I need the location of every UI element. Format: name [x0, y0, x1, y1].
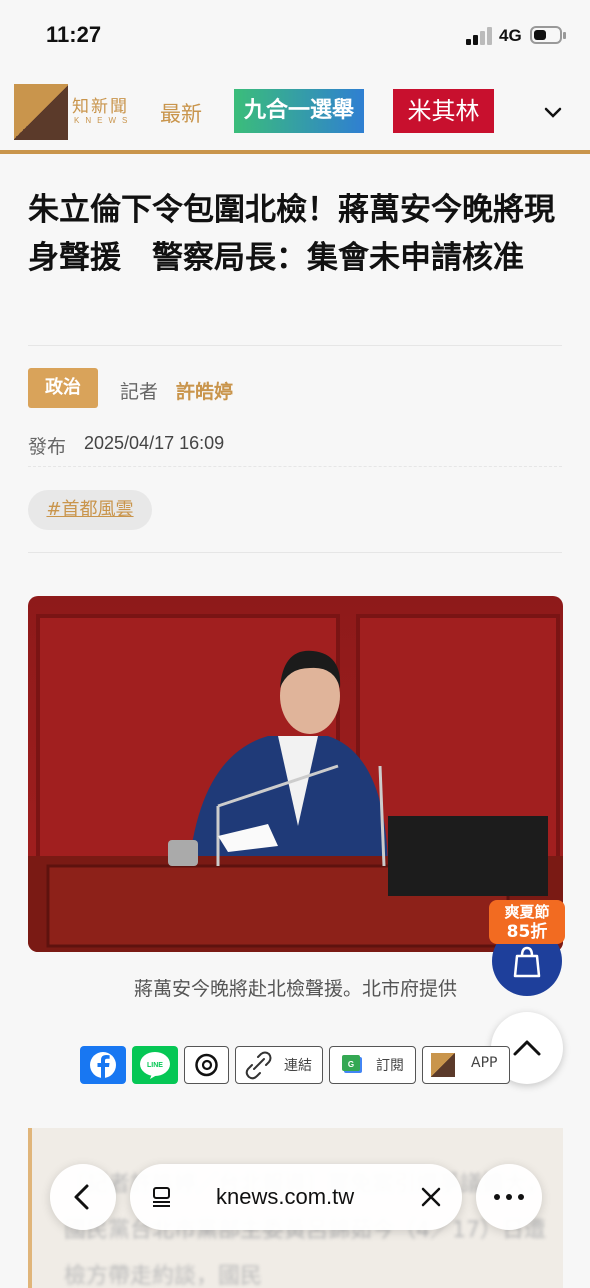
divider: [28, 552, 562, 553]
knews-logo[interactable]: [14, 84, 68, 140]
divider: [28, 345, 562, 346]
nav-election-banner[interactable]: 九合一選舉: [234, 89, 364, 133]
subscribe-label: 訂閱: [376, 1058, 404, 1074]
svg-text:G: G: [348, 1060, 354, 1069]
copy-link-button[interactable]: 連結: [235, 1046, 323, 1084]
site-navbar: 知新聞 KNEWS 最新 九合一選舉 米其林: [0, 78, 590, 154]
browser-more-button[interactable]: [476, 1164, 542, 1230]
url-text: knews.com.tw: [216, 1184, 355, 1209]
reporter-name-link[interactable]: 許皓婷: [176, 377, 233, 404]
subscribe-button[interactable]: G 訂閱: [329, 1046, 416, 1084]
more-icon: [494, 1194, 524, 1200]
share-threads-button[interactable]: [184, 1046, 229, 1084]
publish-date: 2025/04/17 16:09: [84, 433, 225, 453]
facebook-icon: [90, 1052, 116, 1079]
chevron-left-icon: [74, 1184, 89, 1210]
divider: [28, 466, 562, 467]
topic-tag[interactable]: #首都風雲: [28, 490, 152, 530]
article-title: 朱立倫下令包圍北檢！蔣萬安今晚將現身聲援 警察局長：集會未申請核准: [28, 192, 555, 276]
publish-label: 發布: [28, 436, 67, 458]
status-time: 11:27: [46, 22, 102, 47]
photo-caption: 蔣萬安今晚將赴北檢聲援。北市府提供: [133, 978, 457, 1000]
close-icon[interactable]: [419, 1185, 443, 1209]
logo-subtext: KNEWS: [74, 116, 134, 125]
network-label: 4G: [499, 26, 522, 45]
svg-text:LINE: LINE: [147, 1062, 163, 1069]
chevron-down-icon[interactable]: [544, 104, 562, 122]
threads-icon: [195, 1053, 218, 1077]
share-facebook-button[interactable]: [80, 1046, 126, 1084]
reporter-label: 記者: [120, 381, 159, 403]
tabs-icon[interactable]: [150, 1185, 174, 1209]
promo-line2: 85折: [506, 922, 548, 942]
app-label: APP: [471, 1055, 498, 1071]
app-download-button[interactable]: APP: [422, 1046, 510, 1084]
promo-badge[interactable]: 爽夏節 85折: [489, 900, 565, 944]
browser-address-bar[interactable]: knews.com.tw: [130, 1164, 462, 1230]
category-badge[interactable]: 政治: [28, 368, 98, 408]
nav-latest-link[interactable]: 最新: [160, 98, 202, 128]
line-icon: LINE: [140, 1052, 170, 1079]
copy-link-label: 連結: [284, 1058, 312, 1074]
logo-text[interactable]: 知新聞: [72, 92, 129, 117]
battery-icon: [530, 26, 566, 44]
google-news-icon: G: [342, 1055, 362, 1073]
share-line-button[interactable]: LINE: [132, 1046, 178, 1084]
promo-line1: 爽夏節: [504, 903, 550, 921]
knews-app-icon: [431, 1053, 455, 1077]
article-photo: [28, 596, 563, 952]
status-bar: 11:27 4G: [0, 0, 590, 72]
browser-back-button[interactable]: [50, 1164, 116, 1230]
signal-icon: [466, 27, 494, 45]
nav-michelin-banner[interactable]: 米其林: [393, 89, 494, 133]
link-icon: [245, 1051, 272, 1080]
